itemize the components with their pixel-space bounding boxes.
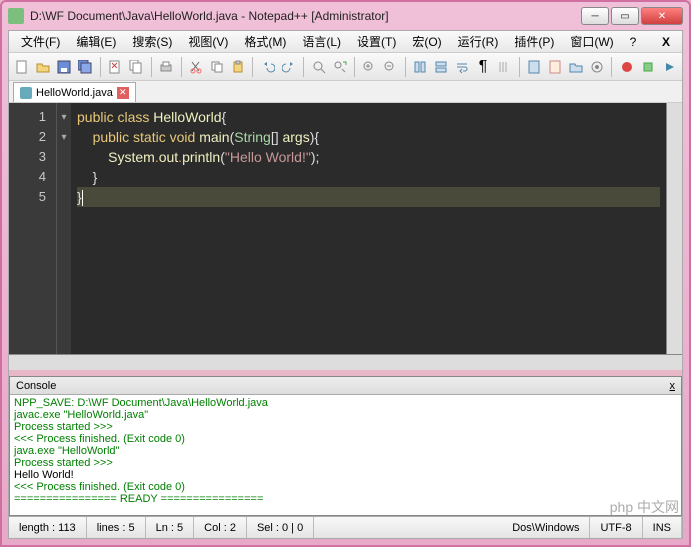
zoom-out-button[interactable] bbox=[381, 56, 400, 78]
menu-file[interactable]: 文件(F) bbox=[13, 33, 68, 50]
print-button[interactable] bbox=[157, 56, 176, 78]
stop-macro-button[interactable] bbox=[638, 56, 657, 78]
statusbar: length : 113 lines : 5 Ln : 5 Col : 2 Se… bbox=[9, 516, 682, 538]
toolbar-sep bbox=[252, 57, 253, 77]
indent-guide-button[interactable] bbox=[495, 56, 514, 78]
toolbar-sep bbox=[611, 57, 612, 77]
status-ins: INS bbox=[643, 517, 682, 538]
toolbar-sep bbox=[405, 57, 406, 77]
toolbar-sep bbox=[100, 57, 101, 77]
status-length: length : 113 bbox=[9, 517, 87, 538]
menu-format[interactable]: 格式(M) bbox=[236, 33, 294, 50]
tabbar: HelloWorld.java ✕ bbox=[9, 81, 682, 103]
monitor-button[interactable] bbox=[587, 56, 606, 78]
console-title-label: Console bbox=[16, 380, 56, 392]
status-col: Col : 2 bbox=[194, 517, 247, 538]
minimize-button[interactable]: ─ bbox=[581, 7, 609, 25]
menu-macro[interactable]: 宏(O) bbox=[404, 33, 449, 50]
record-macro-button[interactable] bbox=[617, 56, 636, 78]
menu-plugins[interactable]: 插件(P) bbox=[506, 33, 562, 50]
titlebar[interactable]: D:\WF Document\Java\HelloWorld.java - No… bbox=[2, 2, 689, 30]
new-file-button[interactable] bbox=[13, 56, 32, 78]
console-output[interactable]: NPP_SAVE: D:\WF Document\Java\HelloWorld… bbox=[10, 395, 681, 515]
replace-button[interactable] bbox=[330, 56, 349, 78]
window-title: D:\WF Document\Java\HelloWorld.java - No… bbox=[30, 9, 581, 23]
editor: 12345 ▾▾ public class HelloWorld{ public… bbox=[9, 103, 682, 354]
close-file-button[interactable] bbox=[106, 56, 125, 78]
menubar: 文件(F) 编辑(E) 搜索(S) 视图(V) 格式(M) 语言(L) 设置(T… bbox=[9, 31, 682, 53]
maximize-button[interactable]: ▭ bbox=[611, 7, 639, 25]
func-list-button[interactable] bbox=[545, 56, 564, 78]
tab-filename: HelloWorld.java bbox=[36, 87, 113, 99]
redo-button[interactable] bbox=[279, 56, 298, 78]
close-all-button[interactable] bbox=[127, 56, 146, 78]
toolbar: ¶ bbox=[9, 53, 682, 81]
status-ln: Ln : 5 bbox=[146, 517, 195, 538]
toolbar-sep bbox=[151, 57, 152, 77]
sync-h-button[interactable] bbox=[432, 56, 451, 78]
cut-button[interactable] bbox=[186, 56, 205, 78]
horizontal-scrollbar[interactable] bbox=[9, 354, 682, 370]
save-button[interactable] bbox=[55, 56, 74, 78]
open-file-button[interactable] bbox=[34, 56, 53, 78]
doc-map-button[interactable] bbox=[524, 56, 543, 78]
toolbar-sep bbox=[303, 57, 304, 77]
toolbar-sep bbox=[354, 57, 355, 77]
fold-gutter[interactable]: ▾▾ bbox=[57, 103, 71, 354]
menubar-close-doc[interactable]: X bbox=[654, 35, 678, 49]
line-number-gutter[interactable]: 12345 bbox=[9, 103, 57, 354]
status-sel: Sel : 0 | 0 bbox=[247, 517, 314, 538]
wrap-button[interactable] bbox=[453, 56, 472, 78]
menu-settings[interactable]: 设置(T) bbox=[349, 33, 404, 50]
zoom-in-button[interactable] bbox=[360, 56, 379, 78]
toolbar-sep bbox=[181, 57, 182, 77]
tab-close-button[interactable]: ✕ bbox=[117, 87, 129, 99]
console-close-button[interactable]: x bbox=[670, 380, 676, 392]
menu-language[interactable]: 语言(L) bbox=[294, 33, 349, 50]
client-area: 文件(F) 编辑(E) 搜索(S) 视图(V) 格式(M) 语言(L) 设置(T… bbox=[8, 30, 683, 539]
menu-help[interactable]: ? bbox=[622, 35, 645, 49]
status-eol: Dos\Windows bbox=[502, 517, 590, 538]
vertical-scrollbar[interactable] bbox=[666, 103, 682, 354]
console-panel: Console x NPP_SAVE: D:\WF Document\Java\… bbox=[9, 376, 682, 516]
play-macro-button[interactable] bbox=[659, 56, 678, 78]
status-encoding: UTF-8 bbox=[590, 517, 642, 538]
save-all-button[interactable] bbox=[76, 56, 95, 78]
copy-button[interactable] bbox=[207, 56, 226, 78]
file-icon bbox=[20, 87, 32, 99]
close-button[interactable]: ✕ bbox=[641, 7, 683, 25]
menu-window[interactable]: 窗口(W) bbox=[562, 33, 621, 50]
code-area[interactable]: public class HelloWorld{ public static v… bbox=[71, 103, 666, 354]
find-button[interactable] bbox=[309, 56, 328, 78]
console-titlebar[interactable]: Console x bbox=[10, 377, 681, 395]
status-lines: lines : 5 bbox=[87, 517, 146, 538]
menu-search[interactable]: 搜索(S) bbox=[124, 33, 180, 50]
app-window: D:\WF Document\Java\HelloWorld.java - No… bbox=[0, 0, 691, 547]
folder-view-button[interactable] bbox=[566, 56, 585, 78]
undo-button[interactable] bbox=[258, 56, 277, 78]
show-all-button[interactable]: ¶ bbox=[474, 56, 493, 78]
window-buttons: ─ ▭ ✕ bbox=[581, 7, 683, 25]
menu-view[interactable]: 视图(V) bbox=[180, 33, 236, 50]
paste-button[interactable] bbox=[228, 56, 247, 78]
toolbar-sep bbox=[519, 57, 520, 77]
menu-run[interactable]: 运行(R) bbox=[450, 33, 507, 50]
sync-v-button[interactable] bbox=[411, 56, 430, 78]
app-icon bbox=[8, 8, 24, 24]
menu-edit[interactable]: 编辑(E) bbox=[68, 33, 124, 50]
file-tab[interactable]: HelloWorld.java ✕ bbox=[13, 82, 136, 102]
watermark: php 中文网 bbox=[610, 497, 679, 517]
